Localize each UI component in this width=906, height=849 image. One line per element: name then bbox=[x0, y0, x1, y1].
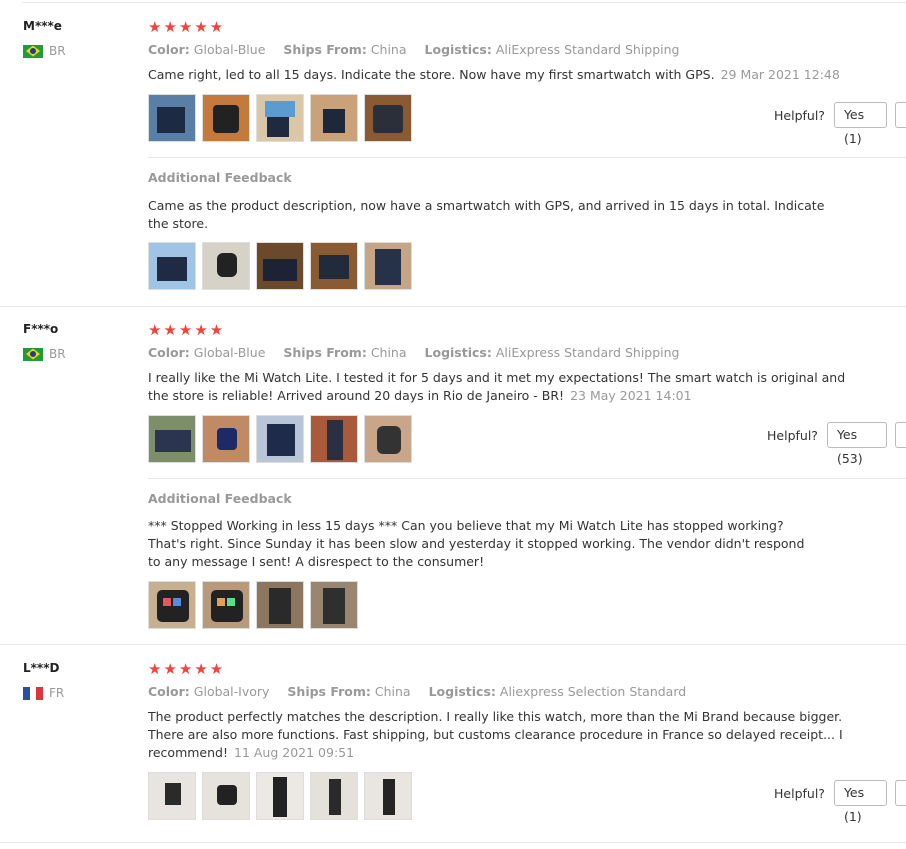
review-photo[interactable] bbox=[148, 772, 196, 820]
review-item: F***o BR ★★★★★ Color: Global-Blue Ships … bbox=[0, 306, 906, 645]
ships-from-value: China bbox=[374, 684, 411, 699]
feedback-divider bbox=[148, 157, 906, 158]
reviewer-name: M***e bbox=[23, 19, 62, 33]
review-photo[interactable] bbox=[310, 94, 358, 142]
logistics-value: Aliexpress Selection Standard bbox=[499, 684, 687, 699]
review-date: 29 Mar 2021 12:48 bbox=[720, 67, 840, 82]
helpful-yes-button[interactable]: Yes (1) bbox=[833, 780, 888, 824]
helpful-vote: Helpful? Yes (1) bbox=[774, 102, 906, 146]
review-body: Came right, led to all 15 days. Indicate… bbox=[148, 67, 715, 82]
review-photos bbox=[148, 94, 418, 142]
review-date: 23 May 2021 14:01 bbox=[570, 388, 692, 403]
review-photo[interactable] bbox=[256, 772, 304, 820]
review-text: The product perfectly matches the descri… bbox=[148, 708, 863, 762]
color-label: Color: bbox=[148, 345, 190, 360]
order-attributes: Color: Global-Blue Ships From: China Log… bbox=[148, 345, 680, 360]
logistics-label: Logistics: bbox=[428, 684, 496, 699]
review-photo[interactable] bbox=[148, 581, 196, 629]
order-attributes: Color: Global-Ivory Ships From: China Lo… bbox=[148, 684, 686, 699]
logistics-label: Logistics: bbox=[424, 42, 492, 57]
france-flag-icon bbox=[23, 686, 43, 700]
review-photo[interactable] bbox=[148, 94, 196, 142]
country-code: BR bbox=[49, 44, 66, 58]
review-text: Came right, led to all 15 days. Indicate… bbox=[148, 66, 868, 84]
star-rating: ★★★★★ bbox=[148, 18, 226, 36]
star-rating: ★★★★★ bbox=[148, 321, 226, 339]
additional-photos bbox=[148, 242, 418, 290]
review-photo[interactable] bbox=[364, 242, 412, 290]
review-text: I really like the Mi Watch Lite. I teste… bbox=[148, 369, 868, 405]
review-photo[interactable] bbox=[256, 415, 304, 463]
color-value: Global-Blue bbox=[193, 345, 266, 360]
review-photos bbox=[148, 415, 418, 463]
review-photo[interactable] bbox=[148, 242, 196, 290]
review-photo[interactable] bbox=[310, 772, 358, 820]
color-label: Color: bbox=[148, 684, 190, 699]
review-photo[interactable] bbox=[364, 94, 412, 142]
review-photo[interactable] bbox=[202, 581, 250, 629]
review-photo[interactable] bbox=[256, 94, 304, 142]
review-photo[interactable] bbox=[202, 94, 250, 142]
review-photo[interactable] bbox=[310, 242, 358, 290]
feedback-divider bbox=[148, 478, 906, 479]
logistics-value: AliExpress Standard Shipping bbox=[495, 42, 680, 57]
review-photo[interactable] bbox=[310, 581, 358, 629]
reviewer-country: BR bbox=[23, 347, 66, 361]
additional-feedback-label: Additional Feedback bbox=[148, 491, 292, 506]
review-photo[interactable] bbox=[202, 415, 250, 463]
color-value: Global-Blue bbox=[193, 42, 266, 57]
order-attributes: Color: Global-Blue Ships From: China Log… bbox=[148, 42, 680, 57]
review-body: I really like the Mi Watch Lite. I teste… bbox=[148, 370, 846, 403]
ships-from-label: Ships From: bbox=[283, 42, 367, 57]
review-item: L***D FR ★★★★★ Color: Global-Ivory Ships… bbox=[0, 644, 906, 843]
additional-photos bbox=[148, 581, 364, 629]
review-photo[interactable] bbox=[202, 772, 250, 820]
helpful-yes-button[interactable]: Yes (53) bbox=[826, 422, 888, 466]
review-date: 11 Aug 2021 09:51 bbox=[234, 745, 355, 760]
reviewer-country: FR bbox=[23, 686, 64, 700]
country-code: FR bbox=[49, 686, 65, 700]
brazil-flag-icon bbox=[23, 347, 43, 361]
logistics-value: AliExpress Standard Shipping bbox=[495, 345, 680, 360]
helpful-vote: Helpful? Yes (53) bbox=[767, 422, 906, 466]
additional-feedback-text: *** Stopped Working in less 15 days *** … bbox=[148, 518, 805, 569]
review-photo[interactable] bbox=[364, 772, 412, 820]
helpful-no-button[interactable] bbox=[895, 102, 906, 128]
star-rating: ★★★★★ bbox=[148, 660, 226, 678]
review-photo[interactable] bbox=[148, 415, 196, 463]
color-value: Global-Ivory bbox=[193, 684, 270, 699]
review-photo[interactable] bbox=[202, 242, 250, 290]
logistics-label: Logistics: bbox=[424, 345, 492, 360]
helpful-label: Helpful? bbox=[774, 785, 825, 801]
reviewer-country: BR bbox=[23, 44, 66, 58]
helpful-no-button[interactable] bbox=[895, 422, 906, 448]
helpful-yes-button[interactable]: Yes (1) bbox=[833, 102, 888, 146]
ships-from-label: Ships From: bbox=[283, 345, 367, 360]
helpful-no-button[interactable] bbox=[895, 780, 906, 806]
ships-from-label: Ships From: bbox=[287, 684, 371, 699]
ships-from-value: China bbox=[370, 345, 407, 360]
review-photo[interactable] bbox=[256, 242, 304, 290]
review-item: M***e BR ★★★★★ Color: Global-Blue Ships … bbox=[0, 0, 906, 307]
review-photos bbox=[148, 772, 418, 820]
brazil-flag-icon bbox=[23, 44, 43, 58]
country-code: BR bbox=[49, 347, 66, 361]
helpful-label: Helpful? bbox=[767, 427, 818, 443]
review-photo[interactable] bbox=[364, 415, 412, 463]
reviewer-name: F***o bbox=[23, 322, 59, 336]
color-label: Color: bbox=[148, 42, 190, 57]
review-photo[interactable] bbox=[310, 415, 358, 463]
helpful-label: Helpful? bbox=[774, 107, 825, 123]
additional-feedback-text: Came as the product description, now hav… bbox=[148, 198, 825, 231]
additional-feedback-label: Additional Feedback bbox=[148, 170, 292, 185]
reviewer-name: L***D bbox=[23, 661, 60, 675]
review-photo[interactable] bbox=[256, 581, 304, 629]
helpful-vote: Helpful? Yes (1) bbox=[774, 780, 906, 824]
ships-from-value: China bbox=[370, 42, 407, 57]
